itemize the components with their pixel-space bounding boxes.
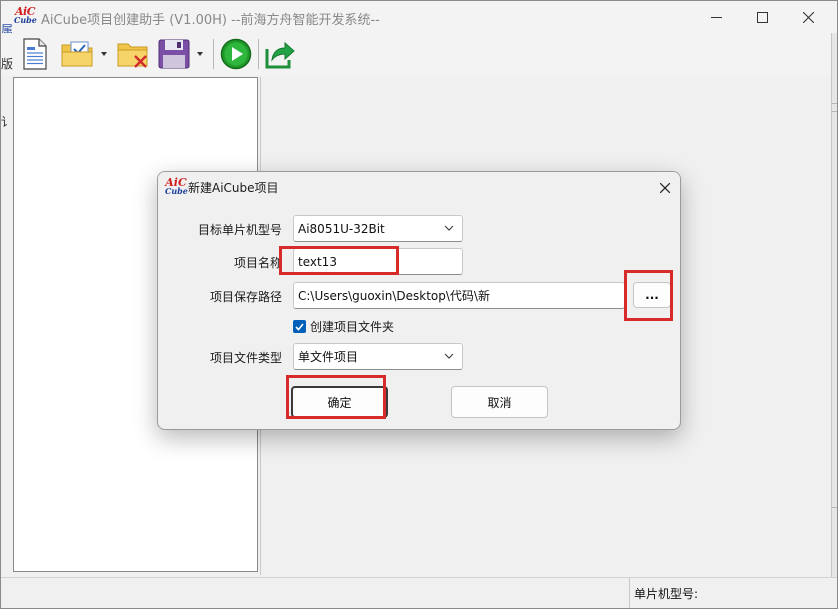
- window-title: AiCube项目创建助手 (V1.00H) --前海方舟智能开发系统--: [41, 13, 380, 28]
- right-edge-scrollbar[interactable]: [831, 33, 837, 608]
- status-bar: 单片机型号:: [1, 577, 837, 608]
- save-button[interactable]: [157, 36, 207, 72]
- dialog-logo: AiC Cube: [165, 177, 188, 198]
- create-folder-checkbox[interactable]: [293, 320, 306, 333]
- edge-toolbar-text: 版: [1, 57, 14, 71]
- create-folder-option[interactable]: 创建项目文件夹: [293, 318, 394, 335]
- status-mcu-label: 单片机型号:: [634, 587, 699, 601]
- new-project-dialog: AiC Cube 新建AiCube项目 目标单片机型号 Ai8051U-32Bi…: [157, 171, 681, 430]
- toolbar: [1, 33, 837, 75]
- edge-tick: [832, 111, 837, 112]
- cancel-button[interactable]: 取消: [451, 386, 548, 418]
- checkmark-icon: [295, 322, 304, 331]
- status-divider: [629, 578, 630, 608]
- mcu-model-value: Ai8051U-32Bit: [298, 221, 385, 236]
- minimize-icon: [710, 16, 722, 18]
- window-close-button[interactable]: [785, 1, 831, 33]
- maximize-button[interactable]: [739, 1, 785, 33]
- new-document-icon: [23, 38, 47, 70]
- toolbar-separator: [258, 39, 259, 69]
- save-path-input[interactable]: C:\Users\guoxin\Desktop\代码\新: [293, 282, 625, 309]
- project-name-value: text13: [298, 254, 337, 269]
- run-button[interactable]: [219, 36, 253, 72]
- chevron-down-icon: [444, 353, 454, 359]
- logo-text-bottom: Cube: [165, 186, 188, 196]
- run-play-icon: [220, 38, 252, 70]
- maximize-icon: [756, 11, 768, 23]
- file-type-label: 项目文件类型: [209, 351, 282, 365]
- browse-button[interactable]: ...: [633, 282, 671, 308]
- toolbar-separator: [213, 39, 214, 69]
- new-file-button[interactable]: [19, 36, 51, 72]
- project-name-label: 项目名称: [233, 256, 282, 270]
- create-folder-label: 创建项目文件夹: [310, 320, 395, 334]
- close-icon: [802, 11, 814, 23]
- dialog-title-bar: AiC Cube 新建AiCube项目: [158, 172, 680, 202]
- app-logo: AiC Cube: [14, 6, 37, 27]
- edge-tick: [832, 507, 837, 508]
- file-type-select[interactable]: 单文件项目: [293, 343, 463, 370]
- export-arrow-icon: [265, 41, 295, 69]
- close-project-button[interactable]: [116, 36, 150, 72]
- dialog-title: 新建AiCube项目: [188, 181, 279, 195]
- save-disk-icon: [158, 39, 203, 69]
- open-folder-checklist-icon: [61, 41, 107, 67]
- save-path-value: C:\Users\guoxin\Desktop\代码\新: [298, 289, 490, 303]
- edge-tick: [832, 103, 837, 104]
- open-project-button[interactable]: [59, 36, 109, 72]
- close-icon: [660, 183, 670, 193]
- minimize-button[interactable]: [693, 1, 739, 33]
- dialog-close-button[interactable]: [654, 177, 676, 199]
- logo-text-bottom: Cube: [14, 15, 37, 25]
- title-bar: AiC Cube AiCube项目创建助手 (V1.00H) --前海方舟智能开…: [1, 1, 837, 33]
- chevron-down-icon: [444, 225, 454, 231]
- file-type-value: 单文件项目: [298, 350, 359, 364]
- mcu-model-select[interactable]: Ai8051U-32Bit: [293, 215, 463, 242]
- save-path-label: 项目保存路径: [209, 290, 282, 304]
- close-project-icon: [117, 43, 148, 68]
- export-button[interactable]: [263, 36, 297, 72]
- edge-panel-text: 讠: [1, 115, 14, 129]
- ok-button[interactable]: 确定: [291, 386, 388, 418]
- project-name-input[interactable]: text13: [293, 248, 463, 275]
- mcu-model-label: 目标单片机型号: [197, 223, 282, 237]
